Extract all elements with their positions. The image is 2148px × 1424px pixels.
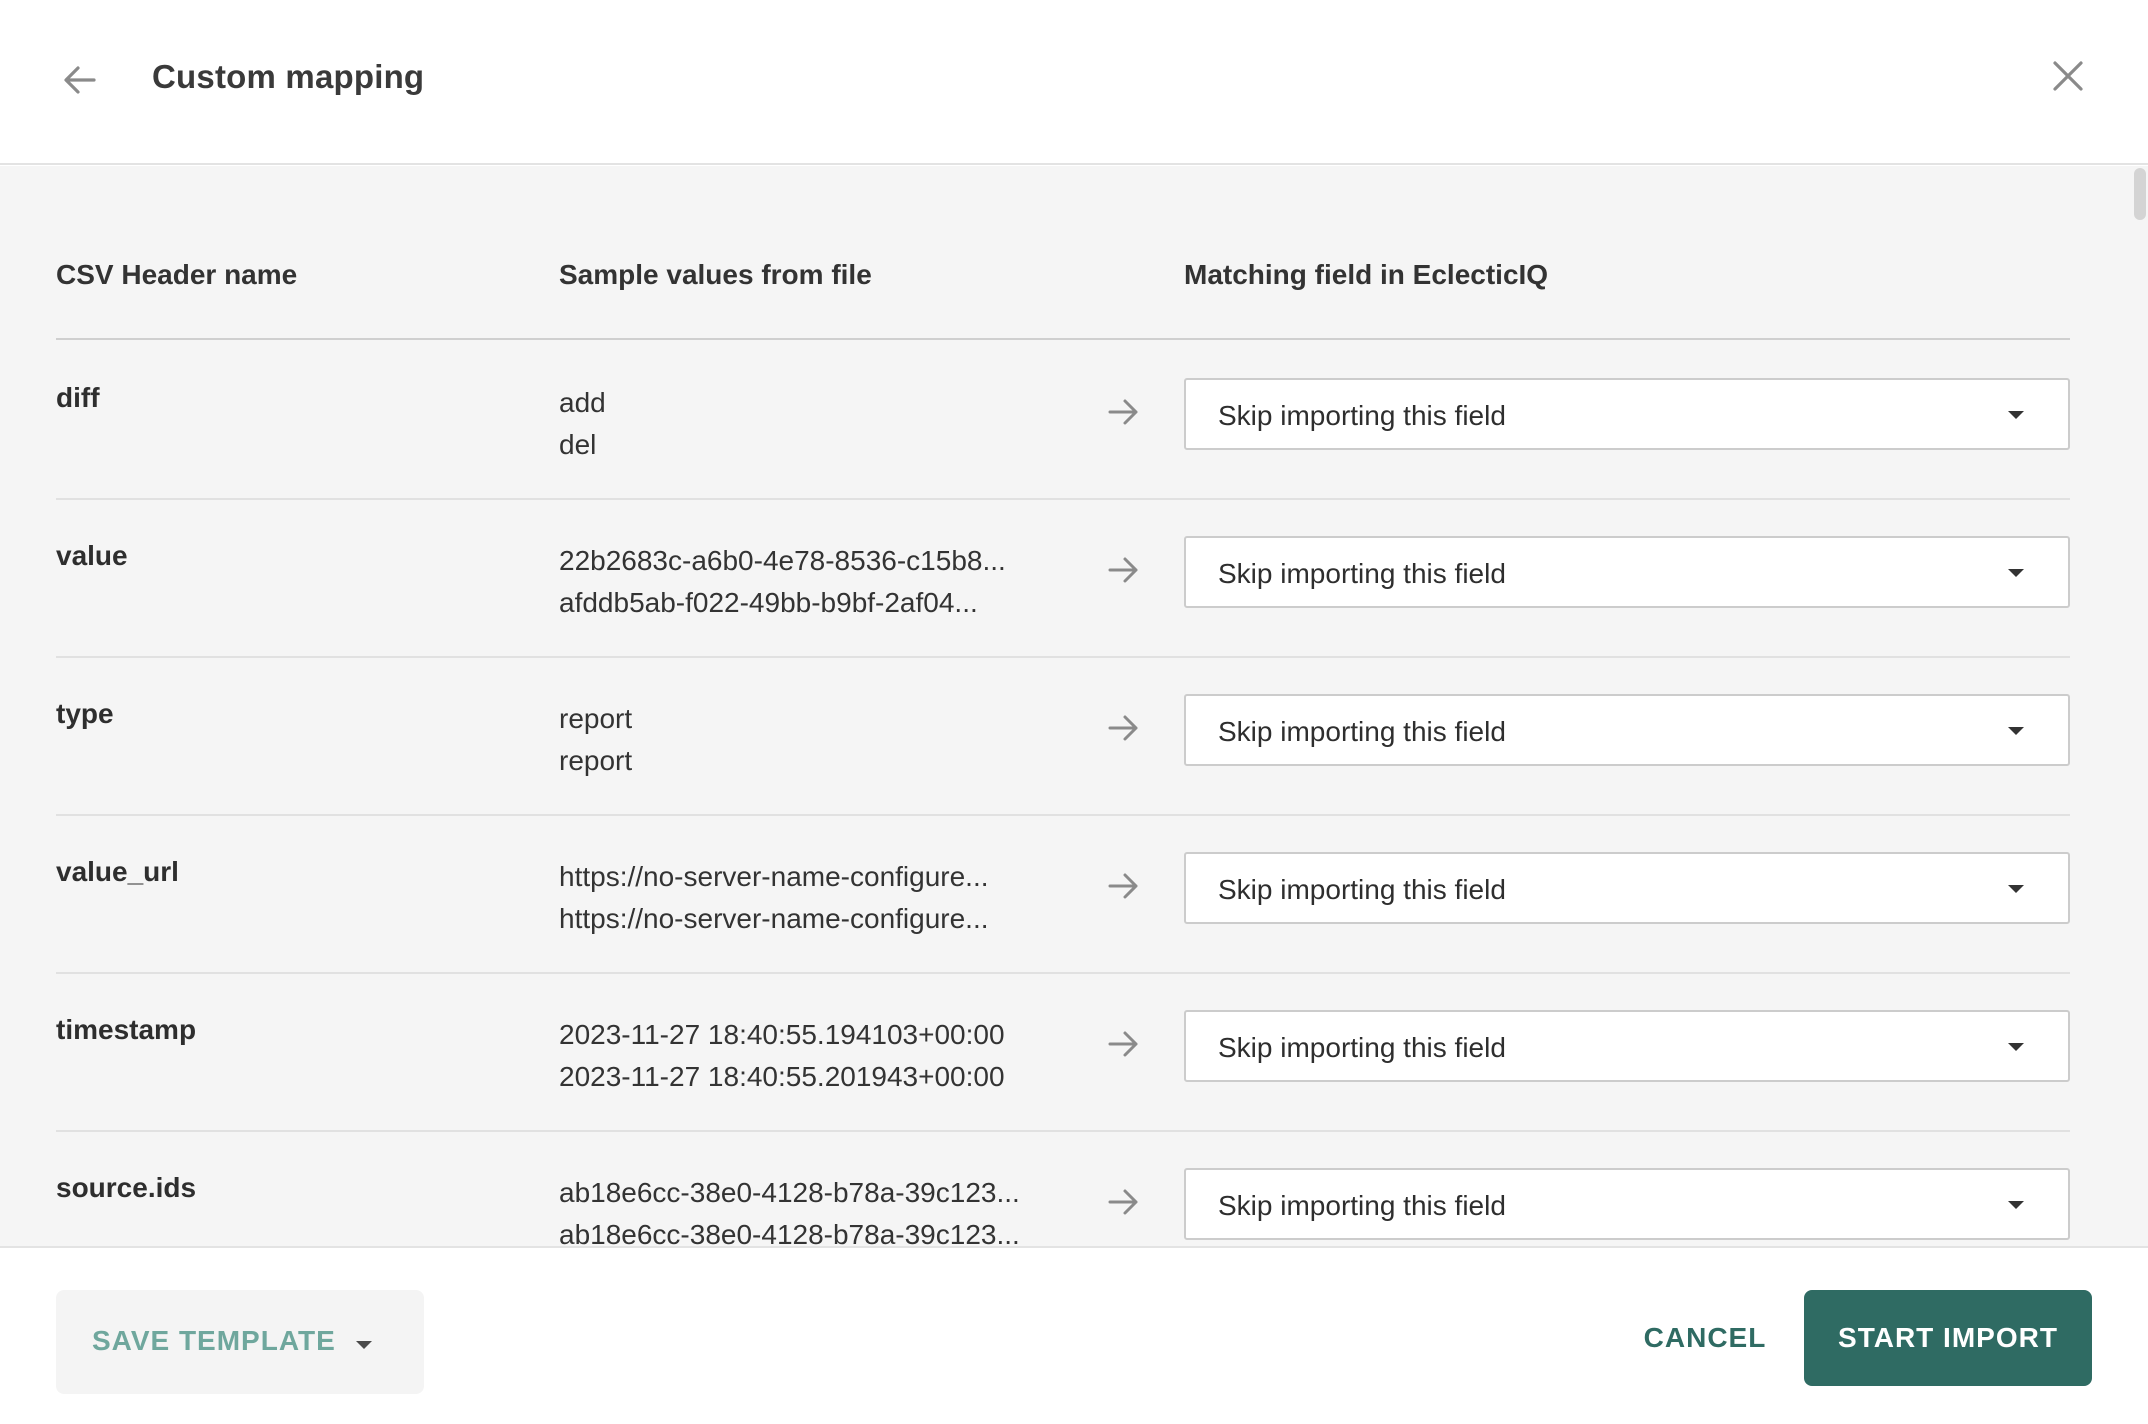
cancel-button[interactable]: CANCEL: [1630, 1290, 1780, 1386]
matching-field-select[interactable]: Skip importing this field: [1184, 1168, 2070, 1240]
mapping-body[interactable]: CSV Header name Sample values from file …: [0, 166, 2148, 1246]
page-title: Custom mapping: [152, 58, 425, 95]
save-template-button[interactable]: SAVE TEMPLATE: [56, 1290, 424, 1394]
csv-header-name: timestamp: [56, 1014, 197, 1045]
sample-value: https://no-server-name-configure...: [559, 861, 989, 892]
arrow-left-icon: [64, 66, 96, 94]
sample-value: https://no-server-name-configure...: [559, 903, 989, 934]
arrow-right-icon: [1104, 708, 1144, 748]
select-value: Skip importing this field: [1218, 558, 1506, 589]
dialog-footer: SAVE TEMPLATE CANCEL START IMPORT: [0, 1246, 2148, 1424]
sample-value: 22b2683c-a6b0-4e78-8536-c15b8...: [559, 545, 1006, 576]
table-row: diff add del Skip importing this field: [56, 342, 2070, 500]
sample-value: 2023-11-27 18:40:55.201943+00:00: [559, 1061, 1005, 1092]
select-value: Skip importing this field: [1218, 400, 1506, 431]
chevron-down-icon: [356, 1341, 372, 1349]
close-icon: [2053, 61, 2083, 91]
select-value: Skip importing this field: [1218, 1190, 1506, 1221]
csv-header-name: source.ids: [56, 1172, 197, 1203]
sample-value: report: [559, 703, 633, 734]
table-row: value 22b2683c-a6b0-4e78-8536-c15b8... a…: [56, 500, 2070, 658]
arrow-right-icon: [1104, 1024, 1144, 1064]
column-header-samples: Sample values from file: [559, 259, 872, 290]
chevron-down-icon: [2008, 569, 2024, 577]
chevron-down-icon: [2008, 411, 2024, 419]
select-value: Skip importing this field: [1218, 1032, 1506, 1063]
csv-header-name: value: [56, 540, 128, 571]
scrollbar-thumb[interactable]: [2134, 168, 2146, 220]
csv-header-name: type: [56, 698, 114, 729]
sample-values: https://no-server-name-configure... http…: [559, 856, 1119, 940]
column-header-matching-field: Matching field in EclecticIQ: [1184, 259, 1549, 290]
sample-values: 2023-11-27 18:40:55.194103+00:00 2023-11…: [559, 1014, 1119, 1098]
arrow-right-icon: [1104, 1182, 1144, 1222]
sample-value: del: [559, 429, 597, 460]
sample-value: afddb5ab-f022-49bb-b9bf-2af04...: [559, 587, 978, 618]
column-header-csv: CSV Header name: [56, 259, 298, 290]
sample-value: report: [559, 745, 633, 776]
chevron-down-icon: [2008, 1043, 2024, 1051]
sample-values: 22b2683c-a6b0-4e78-8536-c15b8... afddb5a…: [559, 540, 1119, 624]
start-import-button[interactable]: START IMPORT: [1804, 1290, 2092, 1386]
back-button[interactable]: [56, 56, 104, 104]
sample-value: ab18e6cc-38e0-4128-b78a-39c123...: [559, 1219, 1020, 1246]
dialog-header: Custom mapping: [0, 0, 2148, 165]
csv-header-name: diff: [56, 382, 100, 413]
custom-mapping-dialog: Custom mapping CSV Header name Sample va…: [0, 0, 2148, 1424]
sample-value: 2023-11-27 18:40:55.194103+00:00: [559, 1019, 1005, 1050]
sample-values: ab18e6cc-38e0-4128-b78a-39c123... ab18e6…: [559, 1172, 1119, 1246]
select-value: Skip importing this field: [1218, 874, 1506, 905]
sample-values: add del: [559, 382, 1119, 466]
matching-field-select[interactable]: Skip importing this field: [1184, 694, 2070, 766]
arrow-right-icon: [1104, 866, 1144, 906]
sample-value: add: [559, 387, 606, 418]
arrow-right-icon: [1104, 550, 1144, 590]
matching-field-select[interactable]: Skip importing this field: [1184, 378, 2070, 450]
table-row: value_url https://no-server-name-configu…: [56, 816, 2070, 974]
table-header: CSV Header name Sample values from file …: [56, 166, 2070, 340]
matching-field-select[interactable]: Skip importing this field: [1184, 536, 2070, 608]
table-row: type report report Skip importing this f…: [56, 658, 2070, 816]
table-row: source.ids ab18e6cc-38e0-4128-b78a-39c12…: [56, 1132, 2070, 1246]
chevron-down-icon: [2008, 727, 2024, 735]
chevron-down-icon: [2008, 885, 2024, 893]
sample-value: ab18e6cc-38e0-4128-b78a-39c123...: [559, 1177, 1020, 1208]
arrow-right-icon: [1104, 392, 1144, 432]
matching-field-select[interactable]: Skip importing this field: [1184, 852, 2070, 924]
table-row: timestamp 2023-11-27 18:40:55.194103+00:…: [56, 974, 2070, 1132]
mapping-rows: diff add del Skip importing this field v…: [56, 342, 2070, 1246]
close-button[interactable]: [2044, 52, 2092, 100]
matching-field-select[interactable]: Skip importing this field: [1184, 1010, 2070, 1082]
sample-values: report report: [559, 698, 1119, 782]
csv-header-name: value_url: [56, 856, 179, 887]
select-value: Skip importing this field: [1218, 716, 1506, 747]
chevron-down-icon: [2008, 1201, 2024, 1209]
save-template-label: SAVE TEMPLATE: [92, 1325, 336, 1356]
